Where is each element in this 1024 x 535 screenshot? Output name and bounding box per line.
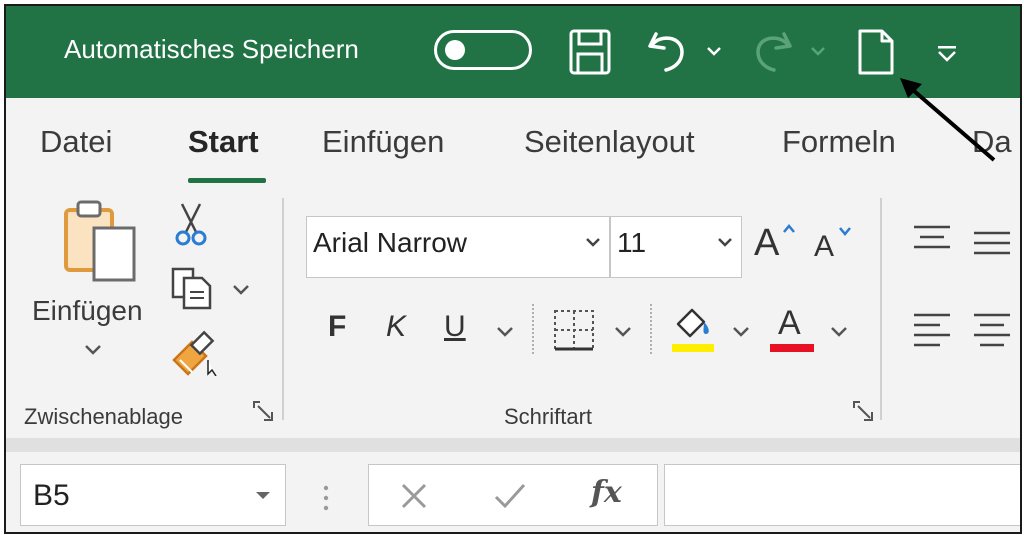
decrease-font-glyph: A bbox=[814, 230, 835, 263]
name-box-value: B5 bbox=[33, 479, 70, 512]
group-separator bbox=[880, 198, 882, 420]
copy-icon[interactable] bbox=[170, 266, 214, 310]
increase-font-size-button[interactable]: A bbox=[754, 218, 800, 274]
copy-dropdown-icon[interactable] bbox=[232, 284, 250, 296]
font-color-button[interactable]: A bbox=[770, 302, 816, 354]
ribbon-tabs: Datei Start Einfügen Seitenlayout Formel… bbox=[6, 98, 1020, 188]
formula-bar: B5 fx bbox=[6, 452, 1020, 532]
tab-start[interactable]: Start bbox=[188, 124, 259, 160]
redo-icon[interactable] bbox=[750, 28, 794, 76]
fill-color-dropdown-icon[interactable] bbox=[732, 326, 750, 338]
autosave-label: Automatisches Speichern bbox=[64, 34, 359, 64]
paste-label[interactable]: Einfügen bbox=[32, 295, 143, 327]
cut-icon[interactable] bbox=[174, 202, 208, 246]
group-separator bbox=[282, 198, 284, 420]
chevron-down-icon bbox=[586, 238, 600, 247]
toolbar-divider bbox=[650, 304, 653, 354]
underline-button[interactable]: U bbox=[444, 310, 466, 344]
underline-dropdown-icon[interactable] bbox=[496, 326, 514, 338]
font-name-dropdown[interactable]: Arial Narrow bbox=[306, 216, 610, 278]
caret-up-icon bbox=[783, 224, 795, 233]
align-middle-icon[interactable] bbox=[972, 230, 1012, 260]
format-painter-icon[interactable] bbox=[170, 330, 222, 376]
name-box[interactable]: B5 bbox=[20, 464, 286, 526]
chevron-down-icon bbox=[718, 238, 732, 247]
insert-function-icon[interactable]: fx bbox=[591, 475, 622, 510]
customize-qat-icon[interactable] bbox=[936, 44, 958, 62]
ribbon-home: Einfügen Zwischenablage Arial Narrow 11 … bbox=[6, 188, 1020, 440]
bold-button[interactable]: F bbox=[328, 310, 346, 344]
tab-formeln[interactable]: Formeln bbox=[782, 124, 896, 160]
font-group-label: Schriftart bbox=[504, 404, 593, 429]
increase-font-glyph: A bbox=[754, 222, 780, 264]
tab-seitenlayout[interactable]: Seitenlayout bbox=[524, 124, 695, 160]
clipboard-group-label: Zwischenablage bbox=[24, 404, 183, 429]
align-center-icon[interactable] bbox=[972, 312, 1012, 348]
cancel-icon[interactable] bbox=[399, 481, 429, 511]
font-color-glyph: A bbox=[778, 304, 801, 342]
save-icon[interactable] bbox=[568, 28, 612, 76]
autosave-toggle-knob bbox=[445, 40, 465, 60]
chevron-down-icon bbox=[256, 492, 270, 499]
font-color-swatch bbox=[770, 344, 814, 352]
enter-icon[interactable] bbox=[493, 481, 527, 511]
font-size-value: 11 bbox=[617, 227, 647, 258]
font-color-dropdown-icon[interactable] bbox=[830, 326, 848, 338]
formula-buttons: fx bbox=[368, 464, 658, 526]
new-document-icon[interactable] bbox=[856, 28, 896, 76]
active-tab-indicator bbox=[188, 178, 266, 183]
caret-down-icon bbox=[839, 227, 851, 236]
title-bar: Automatisches Speichern bbox=[6, 6, 1020, 98]
align-top-icon[interactable] bbox=[912, 224, 952, 254]
ribbon-divider bbox=[6, 438, 1020, 452]
paste-icon[interactable] bbox=[62, 198, 138, 284]
tab-einfuegen[interactable]: Einfügen bbox=[322, 124, 444, 160]
splitter-handle-icon[interactable] bbox=[322, 484, 330, 514]
align-left-icon[interactable] bbox=[912, 312, 952, 348]
formula-input[interactable] bbox=[664, 464, 1020, 526]
borders-icon[interactable] bbox=[552, 308, 596, 352]
redo-dropdown-icon[interactable] bbox=[810, 46, 826, 58]
decrease-font-size-button[interactable]: A bbox=[814, 218, 860, 274]
font-name-value: Arial Narrow bbox=[313, 227, 468, 258]
font-launcher-icon[interactable] bbox=[852, 400, 874, 422]
italic-button[interactable]: K bbox=[386, 310, 406, 344]
annotation-arrow bbox=[900, 78, 996, 162]
tab-datei[interactable]: Datei bbox=[40, 124, 112, 160]
excel-window: Automatisches Speichern Datei Start Einf… bbox=[4, 4, 1022, 534]
autosave-toggle[interactable] bbox=[434, 30, 532, 70]
toolbar-divider bbox=[532, 304, 535, 354]
clipboard-launcher-icon[interactable] bbox=[252, 400, 274, 422]
undo-icon[interactable] bbox=[646, 28, 690, 76]
font-size-dropdown[interactable]: 11 bbox=[610, 216, 742, 278]
fill-color-icon[interactable] bbox=[670, 304, 716, 354]
undo-dropdown-icon[interactable] bbox=[706, 46, 722, 58]
borders-dropdown-icon[interactable] bbox=[614, 326, 632, 338]
paste-dropdown-icon[interactable] bbox=[84, 344, 102, 356]
